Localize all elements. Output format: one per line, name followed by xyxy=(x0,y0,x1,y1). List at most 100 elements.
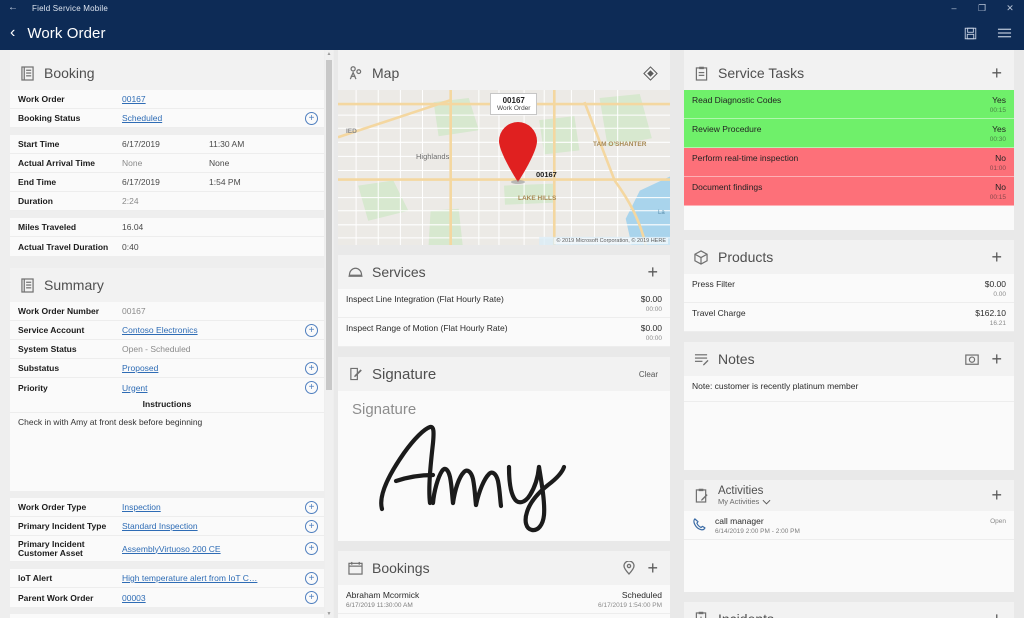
back-chevron-icon[interactable]: ‹ xyxy=(10,25,15,41)
products-list: Press Filter $0.00 0.00 Travel Charge $162.1… xyxy=(684,274,1014,332)
field-row: Priority Urgent + xyxy=(10,378,324,397)
field-row: Work Order Type Inspection + xyxy=(10,498,324,517)
note-row[interactable]: Note: customer is recently platinum memb… xyxy=(684,376,1014,402)
locate-compass-icon[interactable] xyxy=(643,65,658,81)
save-icon[interactable] xyxy=(954,16,986,50)
field-value-link[interactable]: 00003 xyxy=(122,593,301,603)
field-value-link[interactable]: Contoso Electronics xyxy=(122,325,301,335)
list-item-main: Inspect Range of Motion (Flat Hourly Rat… xyxy=(346,323,641,333)
product-row[interactable]: Travel Charge $162.10 16.21 xyxy=(684,303,1014,332)
signature-pad[interactable]: Signature xyxy=(338,391,670,541)
field-value-link[interactable]: High temperature alert from IoT C… xyxy=(122,573,301,583)
field-label: Work Order xyxy=(18,94,65,104)
map-callout[interactable]: 00167 Work Order xyxy=(490,93,538,115)
service-row[interactable]: Inspect Line Integration (Flat Hourly Ra… xyxy=(338,289,670,318)
window-title-bar: ← Field Service Mobile – ❐ ✕ xyxy=(0,0,1024,16)
lookup-add-icon[interactable]: + xyxy=(305,323,318,337)
hamburger-menu-icon[interactable] xyxy=(988,16,1020,50)
service-task-row[interactable]: Read Diagnostic Codes Yes 00:15 xyxy=(684,90,1014,119)
lookup-add-icon[interactable]: + xyxy=(305,542,318,555)
scroll-down-arrow-icon[interactable]: ▼ xyxy=(325,610,333,618)
add-note-button[interactable]: + xyxy=(991,350,1002,368)
product-row[interactable]: Press Filter $0.00 0.00 xyxy=(684,274,1014,303)
field-value-link[interactable]: Scheduled xyxy=(122,113,209,123)
camera-icon[interactable] xyxy=(965,353,980,365)
field-value: 6/17/2019 xyxy=(122,177,160,187)
field-row: Substatus Proposed + xyxy=(10,359,324,378)
products-section: Products + Press Filter $0.00 0.00 Travel C… xyxy=(684,240,1014,332)
field-value-link[interactable]: Proposed xyxy=(122,363,301,373)
list-item-title: Read Diagnostic Codes xyxy=(692,95,782,105)
list-item-meta: $0.00 00:00 xyxy=(641,294,662,313)
list-item-main: Inspect Line Integration (Flat Hourly Ra… xyxy=(346,294,641,304)
map-callout-id: 00167 xyxy=(502,96,525,105)
activities-filter-label[interactable]: My Activities xyxy=(718,498,759,506)
field-value-secondary: 11:30 AM xyxy=(209,139,245,149)
list-item-secondary-value: 00:30 xyxy=(989,136,1006,143)
field-value-secondary: 1:54 PM xyxy=(209,177,241,187)
map-canvas[interactable]: 00167 Work Order 00167 IED Highlands TAM… xyxy=(338,90,670,245)
chevron-down-icon[interactable] xyxy=(762,499,771,505)
list-item-meta: Yes 00:30 xyxy=(990,124,1006,143)
scrollbar-thumb[interactable] xyxy=(326,60,332,390)
lookup-add-icon[interactable]: + xyxy=(305,500,318,514)
services-header-actions: + xyxy=(647,263,662,281)
add-service-button[interactable]: + xyxy=(647,263,658,281)
field-value: 6/17/2019 xyxy=(122,139,160,149)
activity-row[interactable]: call manager 6/14/2019 2:00 PM - 2:00 PM O… xyxy=(684,510,1014,540)
left-column-scrollbar[interactable]: ▲ ▼ xyxy=(325,50,333,618)
field-value-link[interactable]: Inspection xyxy=(122,502,301,512)
field-value: Open - Scheduled xyxy=(122,344,191,354)
services-section-header: Services + xyxy=(338,255,670,289)
field-gap xyxy=(10,491,324,498)
lookup-add-icon[interactable]: + xyxy=(305,361,318,375)
lookup-add-icon[interactable]: + xyxy=(305,519,318,533)
list-item-title: Perform real-time inspection xyxy=(692,153,799,163)
list-item-secondary-value: 00:15 xyxy=(989,194,1006,201)
map-label-lake-hills: LAKE HILLS xyxy=(518,195,557,202)
map-header-actions xyxy=(643,65,662,81)
field-value-link[interactable]: Standard Inspection xyxy=(122,521,301,531)
field-value-link[interactable]: 00167 xyxy=(122,94,209,104)
close-button[interactable]: ✕ xyxy=(996,0,1024,16)
map-pin-icon[interactable] xyxy=(623,561,636,575)
field-value-link[interactable]: Urgent xyxy=(122,383,301,393)
lookup-add-icon[interactable]: + xyxy=(305,591,318,604)
services-section-title: Services xyxy=(372,264,426,280)
summary-section-title: Summary xyxy=(44,277,104,293)
add-activity-button[interactable]: + xyxy=(991,486,1002,504)
booking-row[interactable]: Abraham Mcormick 6/17/2019 11:30:00 AM Sch… xyxy=(338,585,670,614)
field-label: Duration xyxy=(18,196,53,206)
lookup-add-icon[interactable]: + xyxy=(305,571,318,585)
minimize-button[interactable]: – xyxy=(940,0,968,16)
service-task-row[interactable]: Perform real-time inspection No 01:00 xyxy=(684,148,1014,177)
list-item-meta: $0.00 0.00 xyxy=(985,279,1006,298)
clear-signature-button[interactable]: Clear xyxy=(639,370,658,379)
field-row: Primary Incident Customer Asset AssemblyV… xyxy=(10,536,324,562)
scroll-up-arrow-icon[interactable]: ▲ xyxy=(325,50,333,58)
add-incident-button[interactable]: + xyxy=(991,610,1002,618)
field-value-link[interactable]: AssemblyVirtuoso 200 CE xyxy=(122,544,301,554)
list-item-title: Abraham Mcormick xyxy=(346,590,420,600)
add-product-button[interactable]: + xyxy=(991,248,1002,266)
bookings-list: Abraham Mcormick 6/17/2019 11:30:00 AM Sch… xyxy=(338,585,670,614)
bookings-section-title: Bookings xyxy=(372,560,430,576)
add-service-task-button[interactable]: + xyxy=(991,64,1002,82)
field-label: Service Account xyxy=(18,325,85,335)
lookup-add-icon[interactable]: + xyxy=(305,111,318,125)
service-row[interactable]: Inspect Range of Motion (Flat Hourly Rat… xyxy=(338,318,670,347)
phone-icon xyxy=(692,517,707,532)
service-task-row[interactable]: Document findings No 00:15 xyxy=(684,177,1014,206)
signature-header-actions: Clear xyxy=(639,370,662,379)
field-label: End Time xyxy=(18,177,57,187)
add-booking-button[interactable]: + xyxy=(647,559,658,577)
window-back-arrow-icon[interactable]: ← xyxy=(8,3,18,13)
service-task-row[interactable]: Review Procedure Yes 00:30 xyxy=(684,119,1014,148)
field-row: Actual Arrival Time None None xyxy=(10,154,324,173)
list-item-main: Travel Charge xyxy=(692,308,975,318)
lookup-add-icon[interactable]: + xyxy=(305,381,318,394)
list-item-value: $0.00 xyxy=(984,279,1006,289)
maximize-button[interactable]: ❐ xyxy=(968,0,996,16)
map-pin-icon[interactable] xyxy=(496,122,540,184)
field-row: Work Order 00167 xyxy=(10,90,324,109)
